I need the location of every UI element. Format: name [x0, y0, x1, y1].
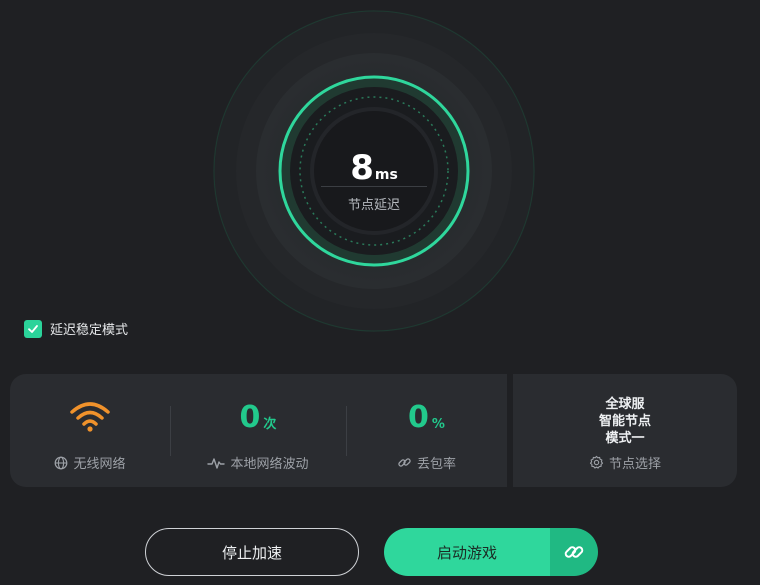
packet-loss-value: 0 — [408, 400, 429, 435]
jitter-caption: 本地网络波动 — [230, 457, 309, 472]
wifi-icon — [70, 402, 110, 432]
start-game-button[interactable]: 启动游戏 — [384, 528, 550, 576]
packet-loss-stat: 0 % 丢包率 — [346, 374, 507, 487]
node-mode: 模式一 — [605, 431, 645, 446]
pulse-icon — [207, 457, 226, 469]
stable-mode-checkbox[interactable] — [24, 319, 42, 338]
packet-loss-unit: % — [431, 417, 445, 432]
jitter-unit: 次 — [263, 417, 277, 432]
chain-link-button[interactable] — [550, 528, 598, 576]
node-info: 全球服 智能节点 模式一 — [513, 396, 737, 447]
latency-value: 8 — [350, 148, 374, 188]
latency-label: 节点延迟 — [347, 198, 400, 213]
jitter-value: 0 — [239, 400, 261, 435]
node-select-link[interactable]: 节点选择 — [513, 453, 737, 472]
chain-link-icon — [564, 546, 584, 558]
node-selection-panel[interactable]: 全球服 智能节点 模式一 节点选择 — [513, 374, 737, 487]
jitter-stat: 0 次 本地网络波动 — [170, 374, 346, 487]
check-icon — [28, 324, 38, 333]
gear-icon — [589, 455, 604, 469]
stop-acceleration-button[interactable]: 停止加速 — [145, 528, 359, 576]
stable-mode-toggle[interactable]: 延迟稳定模式 — [24, 319, 128, 338]
network-stats-panel: 无线网络 0 次 本地网络波动 0 % 丢包率 — [10, 374, 507, 487]
node-type: 智能节点 — [598, 414, 651, 429]
latency-unit: ms — [374, 167, 398, 183]
node-server: 全球服 — [605, 397, 645, 412]
packet-loss-caption: 丢包率 — [416, 457, 456, 472]
link-icon — [398, 458, 411, 467]
gauge-divider — [321, 186, 427, 187]
stable-mode-label: 延迟稳定模式 — [50, 323, 129, 338]
latency-readout: 8 ms — [213, 148, 535, 188]
globe-icon — [55, 456, 68, 469]
wifi-stat: 无线网络 — [10, 374, 170, 487]
start-game-group: 启动游戏 — [384, 528, 598, 576]
node-select-caption: 节点选择 — [608, 457, 661, 472]
latency-gauge: 8 ms 节点延迟 — [213, 10, 535, 332]
wifi-caption: 无线网络 — [73, 457, 126, 472]
